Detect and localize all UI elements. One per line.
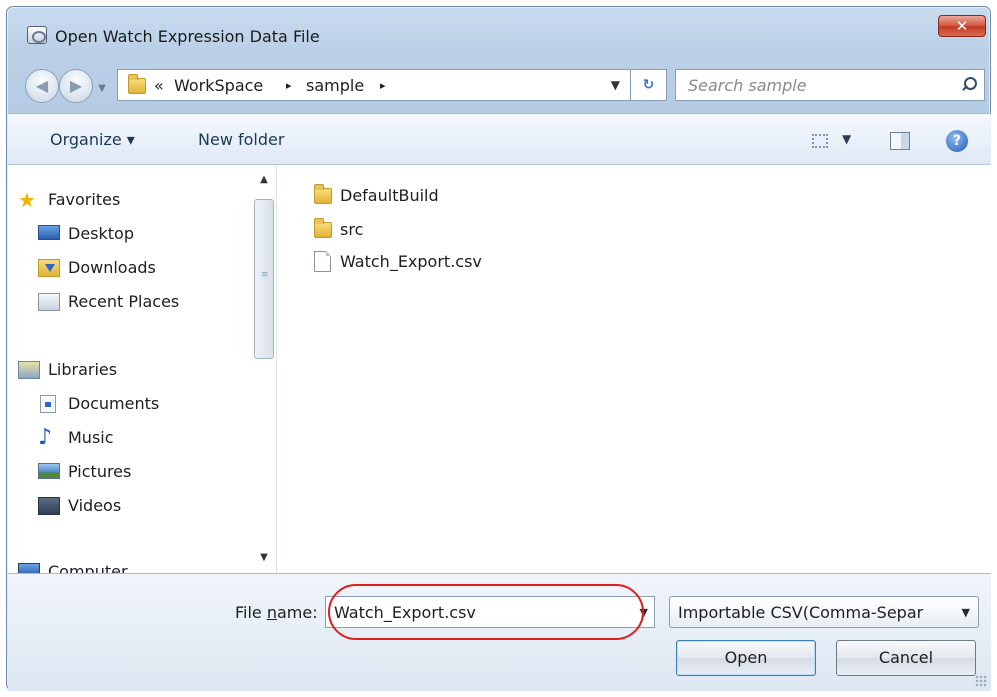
music-icon: ♪ xyxy=(38,425,53,450)
chevron-down-icon[interactable]: ▼ xyxy=(962,606,970,619)
help-icon[interactable]: ? xyxy=(946,130,968,152)
command-toolbar: Organize ▾ New folder ▼ ? xyxy=(8,113,991,165)
recent-locations-button[interactable]: ▼ xyxy=(95,82,109,96)
star-icon: ★ xyxy=(18,188,36,212)
sidebar-item-label: Computer xyxy=(48,562,128,573)
file-name: Watch_Export.csv xyxy=(340,252,482,271)
change-view-icon[interactable]: ▼ xyxy=(812,132,852,150)
title-bar: Open Watch Expression Data File ✕ xyxy=(7,7,990,49)
chevron-down-icon[interactable]: ▼ xyxy=(611,78,620,92)
navigation-scrollbar[interactable]: ▲ ≡ ▼ xyxy=(252,169,276,569)
file-type-value: Importable CSV(Comma-Separ xyxy=(678,603,924,622)
close-button[interactable]: ✕ xyxy=(938,15,986,37)
sidebar-item-downloads[interactable]: Downloads xyxy=(28,255,248,281)
cancel-button[interactable]: Cancel xyxy=(836,640,976,676)
address-bar[interactable]: « WorkSpace ▸ sample ▸ ▼ xyxy=(117,69,631,101)
sidebar-item-favorites[interactable]: ★ Favorites xyxy=(8,187,248,213)
forward-button[interactable]: ▶ xyxy=(59,69,93,103)
sidebar-item-label: Pictures xyxy=(68,462,132,481)
search-placeholder: Search sample xyxy=(688,76,807,95)
breadcrumb-separator[interactable]: ▸ xyxy=(380,79,386,92)
breadcrumb-workspace[interactable]: WorkSpace xyxy=(174,76,263,95)
sidebar-item-documents[interactable]: Documents xyxy=(28,391,248,417)
sidebar-item-pictures[interactable]: Pictures xyxy=(28,459,248,485)
libraries-icon xyxy=(18,361,40,379)
folder-icon xyxy=(128,74,146,94)
filename-label: File name: xyxy=(235,603,318,622)
app-icon xyxy=(27,26,47,44)
file-name: DefaultBuild xyxy=(340,186,439,205)
sidebar-item-computer[interactable]: Computer xyxy=(8,559,248,573)
sidebar-item-recent-places[interactable]: Recent Places xyxy=(28,289,248,315)
chevron-down-icon[interactable]: ▼ xyxy=(640,606,648,619)
documents-icon xyxy=(40,395,56,413)
filename-input[interactable]: Watch_Export.csv ▼ xyxy=(325,596,655,628)
breadcrumb-separator[interactable]: ▸ xyxy=(286,79,292,92)
sidebar-item-label: Documents xyxy=(68,394,160,413)
sidebar-item-videos[interactable]: Videos xyxy=(28,493,248,519)
open-button[interactable]: Open xyxy=(676,640,816,676)
file-icon xyxy=(314,251,331,272)
organize-button[interactable]: Organize ▾ xyxy=(50,130,135,149)
scroll-thumb[interactable]: ≡ xyxy=(254,199,274,359)
file-name: src xyxy=(340,220,364,239)
filename-value: Watch_Export.csv xyxy=(334,603,476,622)
breadcrumb-overflow[interactable]: « xyxy=(154,76,164,95)
downloads-icon xyxy=(38,259,60,277)
scroll-up-icon[interactable]: ▲ xyxy=(252,169,276,191)
search-input[interactable]: Search sample xyxy=(675,69,985,101)
new-folder-button[interactable]: New folder xyxy=(198,130,284,149)
sidebar-item-label: Music xyxy=(68,428,114,447)
folder-icon xyxy=(314,218,332,238)
browser-content: ★ Favorites Desktop Downloads Recent Pla… xyxy=(8,165,991,573)
desktop-icon xyxy=(38,225,60,240)
videos-icon xyxy=(38,497,60,515)
scroll-down-icon[interactable]: ▼ xyxy=(252,547,276,569)
computer-icon xyxy=(18,563,40,573)
sidebar-item-label: Downloads xyxy=(68,258,156,277)
sidebar-item-desktop[interactable]: Desktop xyxy=(28,221,248,247)
list-item[interactable]: Watch_Export.csv xyxy=(314,249,514,275)
dialog-footer: File name: Watch_Export.csv ▼ Importable… xyxy=(8,573,991,691)
search-icon[interactable] xyxy=(960,76,977,94)
list-item[interactable]: src xyxy=(314,217,514,243)
file-list: DefaultBuild src Watch_Export.csv xyxy=(278,165,991,573)
refresh-button[interactable]: ↻ xyxy=(631,69,667,101)
navigation-pane: ★ Favorites Desktop Downloads Recent Pla… xyxy=(8,165,277,573)
pictures-icon xyxy=(38,463,60,479)
sidebar-item-label: Desktop xyxy=(68,224,134,243)
navigation-row: ◀ ▶ ▼ « WorkSpace ▸ sample ▸ ▼ ↻ Search … xyxy=(7,55,990,103)
breadcrumb-sample[interactable]: sample xyxy=(306,76,364,95)
sidebar-item-label: Favorites xyxy=(48,190,121,209)
preview-pane-icon[interactable] xyxy=(890,132,910,150)
resize-grip-icon[interactable] xyxy=(975,675,987,687)
list-item[interactable]: DefaultBuild xyxy=(314,183,514,209)
file-type-select[interactable]: Importable CSV(Comma-Separ ▼ xyxy=(669,596,979,628)
back-button[interactable]: ◀ xyxy=(25,69,59,103)
sidebar-item-label: Videos xyxy=(68,496,122,515)
window-title: Open Watch Expression Data File xyxy=(55,27,320,46)
sidebar-item-label: Recent Places xyxy=(68,292,180,311)
sidebar-item-music[interactable]: ♪ Music xyxy=(28,425,248,451)
sidebar-item-label: Libraries xyxy=(48,360,118,379)
recent-places-icon xyxy=(38,293,60,311)
grip-icon: ≡ xyxy=(261,270,269,280)
open-file-dialog: Open Watch Expression Data File ✕ ◀ ▶ ▼ … xyxy=(6,6,991,691)
sidebar-item-libraries[interactable]: Libraries xyxy=(8,357,248,383)
folder-icon xyxy=(314,184,332,204)
